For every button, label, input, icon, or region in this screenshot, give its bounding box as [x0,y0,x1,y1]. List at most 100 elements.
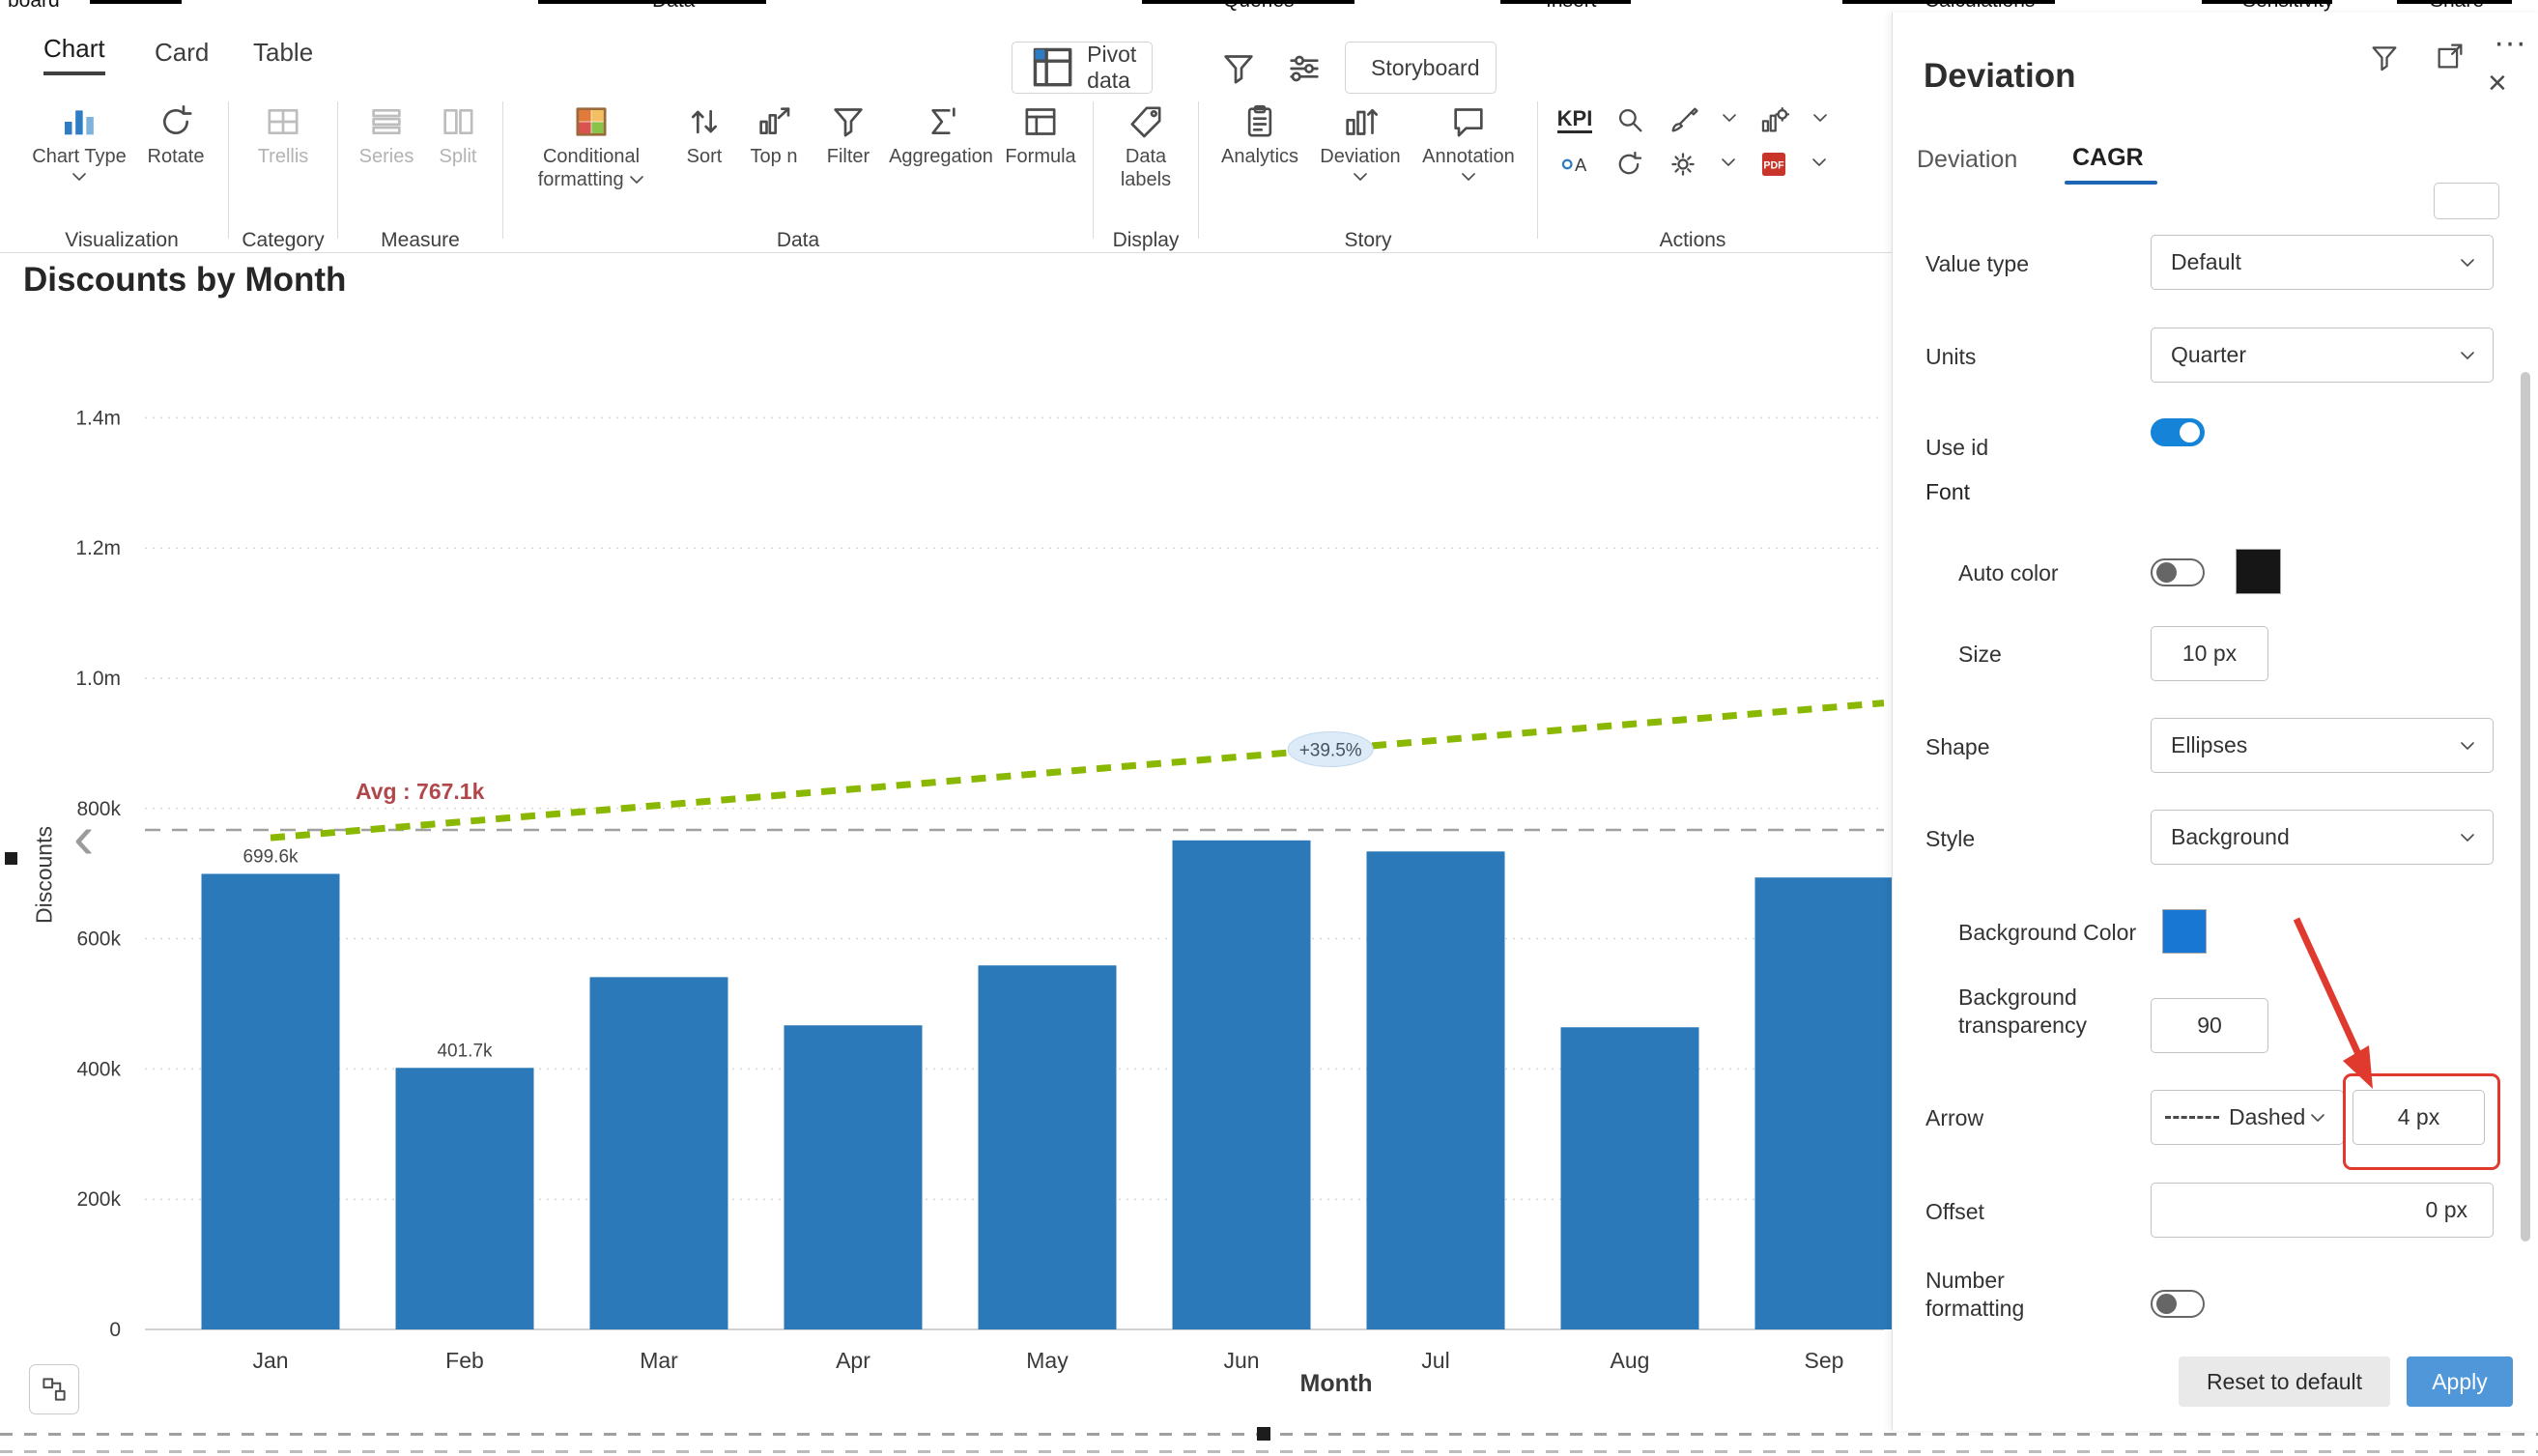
chart-type-label: Chart Type [32,145,126,168]
panel-scrollbar-thumb[interactable] [2521,372,2530,1242]
shape-dropdown[interactable]: Ellipses [2151,718,2494,773]
tab-chart[interactable]: Chart [43,34,105,75]
bar-Mar[interactable] [590,977,728,1329]
ribbon-view-tabs: Chart Card Table Pivot data Storyboard [0,13,1892,85]
y-axis-title: Discounts [32,788,58,962]
search-icon[interactable] [1613,103,1646,136]
storyboard-button[interactable]: Storyboard [1345,42,1497,94]
offset-input[interactable]: 0 px [2151,1183,2494,1238]
trellis-button: Trellis [239,98,328,168]
y-tick-label: 1.4m [75,407,121,429]
background-transparency-input[interactable]: 90 [2151,998,2268,1053]
chevron-down-icon[interactable] [1353,170,1368,187]
style-dropdown[interactable]: Background [2151,810,2494,865]
filter-funnel-icon[interactable] [1219,49,1258,88]
auto-color-label: Auto color [1958,559,2059,587]
bar-Jun[interactable] [1173,841,1311,1329]
font-color-icon[interactable]: A [1558,148,1591,181]
rotate-button[interactable]: Rotate [133,98,218,168]
bar-value-label: 699.6k [242,846,299,867]
bar-Jan[interactable] [202,873,340,1329]
x-axis-title: Month [1240,1370,1433,1398]
brush-icon[interactable] [1668,103,1700,136]
panel-tab-cagr[interactable]: CAGR [2072,144,2144,172]
background-color-swatch[interactable] [2162,909,2207,954]
sliders-icon[interactable] [1285,49,1324,88]
arrow-style-dropdown[interactable]: Dashed [2151,1090,2344,1145]
filter-label: Filter [827,145,870,168]
auto-color-toggle[interactable] [2151,558,2205,586]
selection-handle-bottom[interactable] [1257,1427,1270,1441]
bar-May[interactable] [979,965,1117,1329]
annotation-label: Annotation [1422,145,1515,168]
aggregation-button[interactable]: Aggregation [886,98,996,168]
panel-expand-icon[interactable] [2434,40,2467,77]
group-label-actions: Actions [1548,229,1838,252]
data-labels-button[interactable]: Data labels [1103,98,1188,191]
tab-card[interactable]: Card [155,38,209,75]
refresh-icon[interactable] [1612,148,1645,181]
units-dropdown[interactable]: Quarter [2151,328,2494,383]
carousel-left-chevron[interactable]: ‹ [73,808,94,866]
bar-chart[interactable]: 0200k400k600k800k1.0m1.2m1.4mJan699.6kFe… [0,253,1892,1440]
split-button: Split [424,98,492,168]
panel-tab-deviation[interactable]: Deviation [1917,146,2017,174]
more-options-icon[interactable]: ··· [2494,26,2526,59]
chart-settings-icon[interactable] [1758,103,1791,136]
chevron-down-icon[interactable] [1811,156,1827,173]
panel-filter-icon[interactable] [2368,42,2401,79]
bar-Apr[interactable] [784,1025,923,1329]
chevron-down-icon[interactable] [1721,156,1736,173]
series-label: Series [359,145,414,168]
x-tick-label: Sep [1805,1348,1844,1373]
ribbon-separator [337,101,338,239]
number-formatting-toggle[interactable] [2151,1290,2205,1318]
tab-table[interactable]: Table [253,38,313,75]
chevron-down-icon[interactable] [629,169,644,190]
sort-button[interactable]: Sort [671,98,737,168]
ribbon-tab-dashboard[interactable]: board [8,0,60,13]
ribbon: Chart Card Table Pivot data Storyboard [0,13,1892,253]
selection-handle-left[interactable] [5,852,17,865]
chart-type-button[interactable]: Chart Type [25,98,133,187]
conditional-formatting-button[interactable]: Conditional formatting [511,98,671,191]
pivot-data-label: Pivot data [1087,42,1136,94]
close-icon[interactable]: × [2488,67,2507,100]
chevron-down-icon[interactable] [71,170,87,187]
reset-to-default-button[interactable]: Reset to default [2179,1356,2390,1407]
bar-Aug[interactable] [1561,1027,1699,1329]
flow-icon [40,1375,69,1404]
use-id-label: Use id [1925,434,1988,462]
font-color-swatch[interactable] [2236,549,2281,594]
annotation-button[interactable]: Annotation [1412,98,1526,187]
chart-options-mini-button[interactable] [29,1364,79,1414]
x-tick-label: Feb [445,1348,484,1373]
font-size-input[interactable]: 10 px [2151,626,2268,681]
sheet-gridline-dashes [0,1450,2538,1453]
bar-Feb[interactable] [396,1068,534,1329]
chevron-down-icon[interactable] [1461,170,1476,187]
y-tick-label: 1.0m [75,668,121,690]
storyboard-label: Storyboard [1371,55,1480,81]
gear-icon[interactable] [1667,148,1699,181]
deviation-button[interactable]: Deviation [1309,98,1412,187]
arrow-size-input[interactable]: 4 px [2353,1090,2485,1145]
analytics-button[interactable]: Analytics [1211,98,1309,168]
kpi-button[interactable]: KPI [1557,107,1593,133]
y-tick-label: 200k [76,1188,121,1211]
pivot-data-button[interactable]: Pivot data [1012,42,1153,94]
bar-Sep[interactable] [1755,877,1893,1329]
chevron-down-icon[interactable] [1812,111,1828,128]
apply-button[interactable]: Apply [2407,1356,2513,1407]
chevron-down-icon[interactable] [1722,111,1737,128]
use-id-toggle[interactable] [2151,418,2205,446]
pdf-export-icon[interactable]: PDF [1757,148,1790,181]
titlebar-fragment [2397,0,2512,4]
filter-button[interactable]: Filter [811,98,886,168]
group-actions: KPI A PDF Actions [1548,98,1838,252]
bar-Jul[interactable] [1367,851,1505,1329]
formula-button[interactable]: Formula [996,98,1085,168]
top-n-button[interactable]: Top n [737,98,811,168]
value-type-dropdown[interactable]: Default [2151,235,2494,290]
partially-scrolled-control[interactable] [2434,183,2499,219]
